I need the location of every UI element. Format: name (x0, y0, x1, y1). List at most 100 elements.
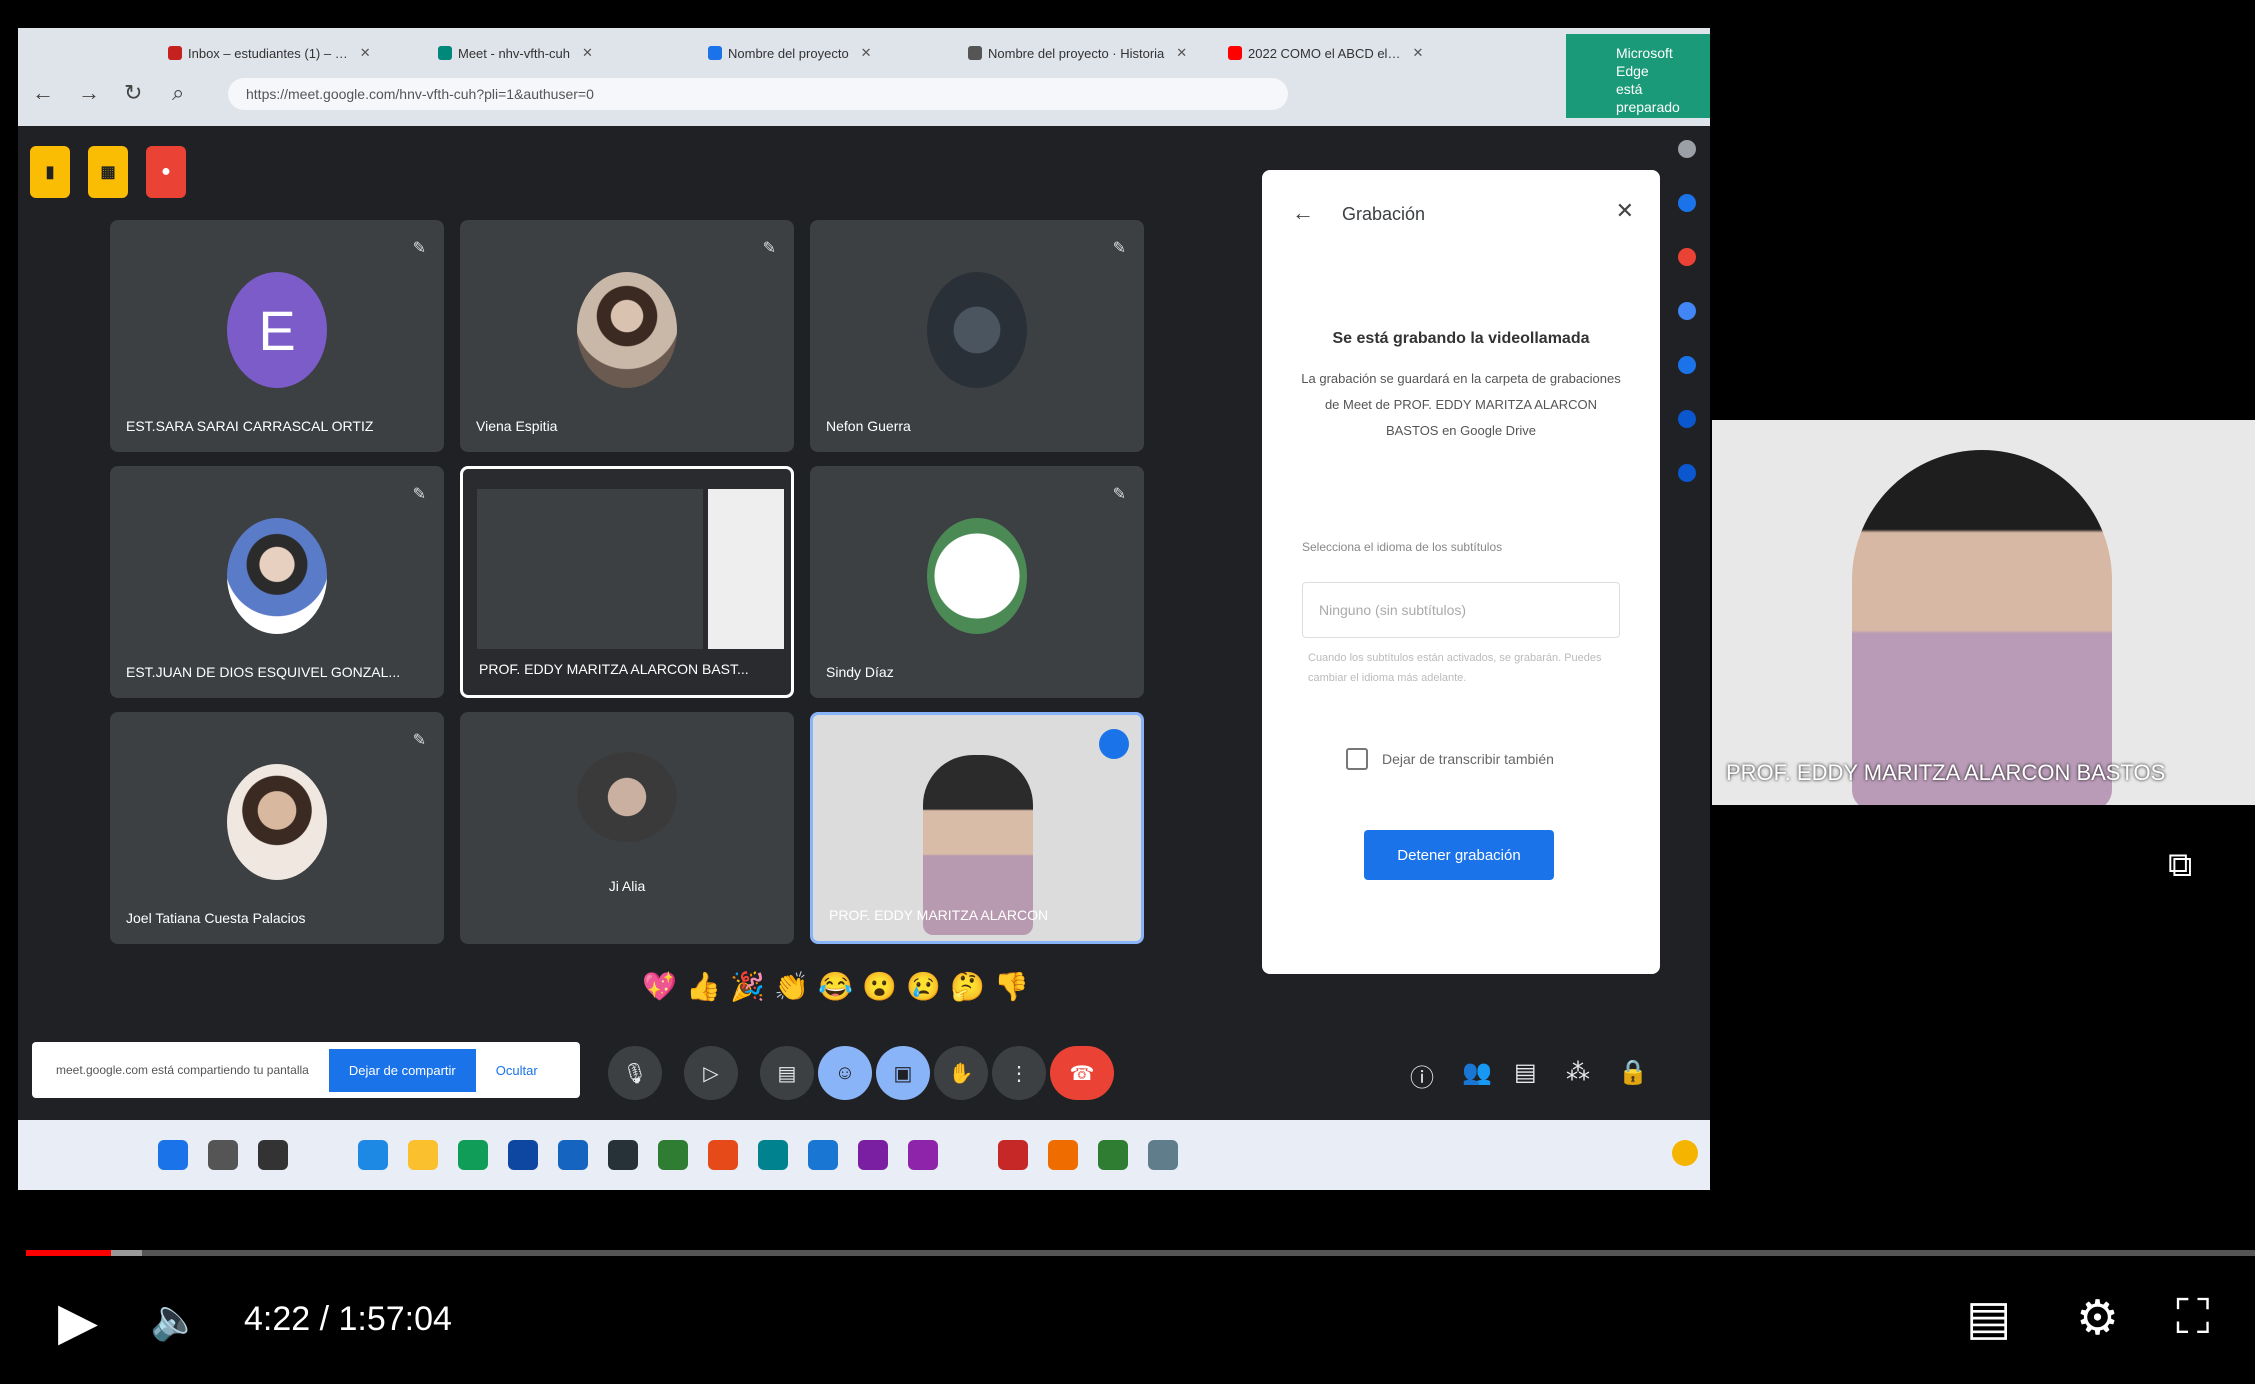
end-call-icon[interactable]: ☎ (1050, 1046, 1114, 1100)
captions-icon[interactable]: ▤ (760, 1046, 814, 1100)
meet-grid-icon[interactable]: ▦ (88, 146, 128, 198)
extension-icon[interactable] (1678, 410, 1696, 428)
participant-tile[interactable]: ✎ Viena Espitia (460, 220, 794, 452)
extension-icon[interactable] (1678, 194, 1696, 212)
emoji-icon[interactable]: ☺ (818, 1046, 872, 1100)
settings-icon[interactable] (1148, 1140, 1178, 1170)
more-options-icon[interactable]: ⋮ (992, 1046, 1046, 1100)
taskbar (18, 1120, 1710, 1190)
file-explorer-icon[interactable] (408, 1140, 438, 1170)
presentation-tile[interactable]: PROF. EDDY MARITZA ALARCON BAST... (460, 466, 794, 698)
browser-tab[interactable]: Nombre del proyecto · Historia ✕ (968, 38, 1208, 68)
stop-sharing-button[interactable]: Dejar de compartir (328, 1048, 476, 1092)
extension-icon[interactable] (1678, 464, 1696, 482)
close-icon[interactable]: ✕ (1176, 45, 1187, 61)
present-icon[interactable]: ▣ (876, 1046, 930, 1100)
reaction-sad[interactable]: 😢 (906, 970, 941, 1003)
acrobat-icon[interactable] (998, 1140, 1028, 1170)
teams-icon[interactable] (908, 1140, 938, 1170)
info-icon[interactable]: ⓘ (1410, 1058, 1434, 1093)
search-icon[interactable] (1678, 140, 1696, 158)
presenter-figure (1852, 450, 2112, 805)
participant-tile-active[interactable]: PROF. EDDY MARITZA ALARCON (810, 712, 1144, 944)
people-icon[interactable]: 👥 (1462, 1058, 1492, 1087)
word-icon[interactable] (558, 1140, 588, 1170)
reload-icon[interactable]: ↻ (124, 80, 142, 106)
reaction-clap[interactable]: 👏 (774, 970, 809, 1003)
back-arrow-icon[interactable]: ← (1292, 200, 1314, 226)
reaction-heart[interactable]: 💖 (642, 970, 677, 1003)
participant-tile[interactable]: Ji Alia (460, 712, 794, 944)
participant-tile[interactable]: ✎ Nefon Guerra (810, 220, 1144, 452)
app-icon[interactable] (1048, 1140, 1078, 1170)
close-icon[interactable]: ✕ (861, 45, 872, 61)
subtitle-language-select[interactable]: Ninguno (sin subtítulos) (1302, 582, 1620, 638)
raise-hand-icon[interactable]: ✋ (934, 1046, 988, 1100)
transcription-checkbox[interactable]: Dejar de transcribir también (1346, 748, 1554, 770)
subtitles-icon[interactable]: ▤ (1966, 1290, 2011, 1346)
edge-icon[interactable] (358, 1140, 388, 1170)
participant-tile[interactable]: E ✎ EST.SARA SARAI CARRASCAL ORTIZ (110, 220, 444, 452)
forward-icon[interactable]: → (78, 80, 100, 106)
edge-promo[interactable]: Microsoft Edge está preparado (1566, 34, 1710, 118)
outlook-icon[interactable] (808, 1140, 838, 1170)
participant-tile[interactable]: ✎ Sindy Díaz (810, 466, 1144, 698)
task-view-icon[interactable] (258, 1140, 288, 1170)
play-icon[interactable]: ▶ (58, 1292, 98, 1352)
meet-info-icon[interactable]: ▮ (30, 146, 70, 198)
reaction-laugh[interactable]: 😂 (818, 970, 853, 1003)
progress-track[interactable] (26, 1250, 2255, 1256)
chat-icon[interactable]: ▤ (1514, 1058, 1537, 1087)
copilot-icon[interactable] (1672, 1140, 1698, 1166)
avatar (227, 518, 327, 634)
reaction-thumbs-down[interactable]: 👎 (994, 970, 1029, 1003)
close-icon[interactable]: ✕ (360, 45, 371, 61)
browser-tab[interactable]: Inbox – estudiantes (1) – … ✕ (168, 38, 418, 68)
picture-in-picture-icon[interactable]: ⧉ (2168, 846, 2220, 898)
speaking-indicator-icon (1099, 729, 1129, 759)
extension-icon[interactable] (1678, 356, 1696, 374)
host-controls-icon[interactable]: 🔒 (1618, 1058, 1648, 1087)
store-icon[interactable] (508, 1140, 538, 1170)
camera-icon[interactable]: ▷ (684, 1046, 738, 1100)
volume-icon[interactable]: 🔈 (150, 1296, 200, 1343)
checkbox-icon[interactable] (1346, 748, 1368, 770)
hide-button[interactable]: Ocultar (496, 1063, 538, 1078)
app-icon[interactable] (758, 1140, 788, 1170)
chrome-icon[interactable] (458, 1140, 488, 1170)
reaction-party[interactable]: 🎉 (730, 970, 765, 1003)
close-icon[interactable]: ✕ (1412, 45, 1423, 61)
participant-name: Ji Alia (608, 878, 646, 894)
search-icon[interactable] (208, 1140, 238, 1170)
excel-icon[interactable] (658, 1140, 688, 1170)
browser-tab[interactable]: 2022 COMO el ABCD el… ✕ (1228, 38, 1488, 68)
reaction-surprised[interactable]: 😮 (862, 970, 897, 1003)
extension-icon[interactable] (1678, 248, 1696, 266)
participant-tile[interactable]: ✎ Joel Tatiana Cuesta Palacios (110, 712, 444, 944)
close-icon[interactable]: ✕ (1616, 198, 1634, 224)
address-bar[interactable]: https://meet.google.com/hnv-vfth-cuh?pli… (228, 78, 1288, 110)
browser-tab[interactable]: Nombre del proyecto ✕ (708, 38, 948, 68)
reaction-thinking[interactable]: 🤔 (950, 970, 985, 1003)
back-icon[interactable]: ← (32, 80, 54, 106)
tab-favicon-icon (168, 46, 182, 60)
dropbox-icon[interactable] (608, 1140, 638, 1170)
settings-gear-icon[interactable]: ⚙ (2076, 1290, 2119, 1346)
powerpoint-icon[interactable] (708, 1140, 738, 1170)
fullscreen-icon[interactable]: ⛶ (2176, 1290, 2210, 1346)
activities-icon[interactable]: ⁂ (1566, 1058, 1590, 1087)
reaction-thumbs-up[interactable]: 👍 (686, 970, 721, 1003)
app-icon[interactable] (1098, 1140, 1128, 1170)
stop-recording-button[interactable]: Detener grabación (1364, 830, 1554, 880)
onenote-icon[interactable] (858, 1140, 888, 1170)
search-icon[interactable]: ⌕ (172, 80, 184, 106)
browser-tab-active[interactable]: Meet - nhv-vfth-cuh ✕ (438, 38, 688, 68)
windows-start-icon[interactable] (158, 1140, 188, 1170)
recording-icon[interactable]: ● (146, 146, 186, 198)
mic-icon[interactable]: 🎙 (608, 1046, 662, 1100)
extension-icon[interactable] (1678, 302, 1696, 320)
progress-played[interactable] (26, 1250, 111, 1256)
close-icon[interactable]: ✕ (582, 45, 593, 61)
participant-tile[interactable]: ✎ EST.JUAN DE DIOS ESQUIVEL GONZAL... (110, 466, 444, 698)
shared-screen: Inbox – estudiantes (1) – … ✕ Meet - nhv-… (18, 28, 1710, 1190)
